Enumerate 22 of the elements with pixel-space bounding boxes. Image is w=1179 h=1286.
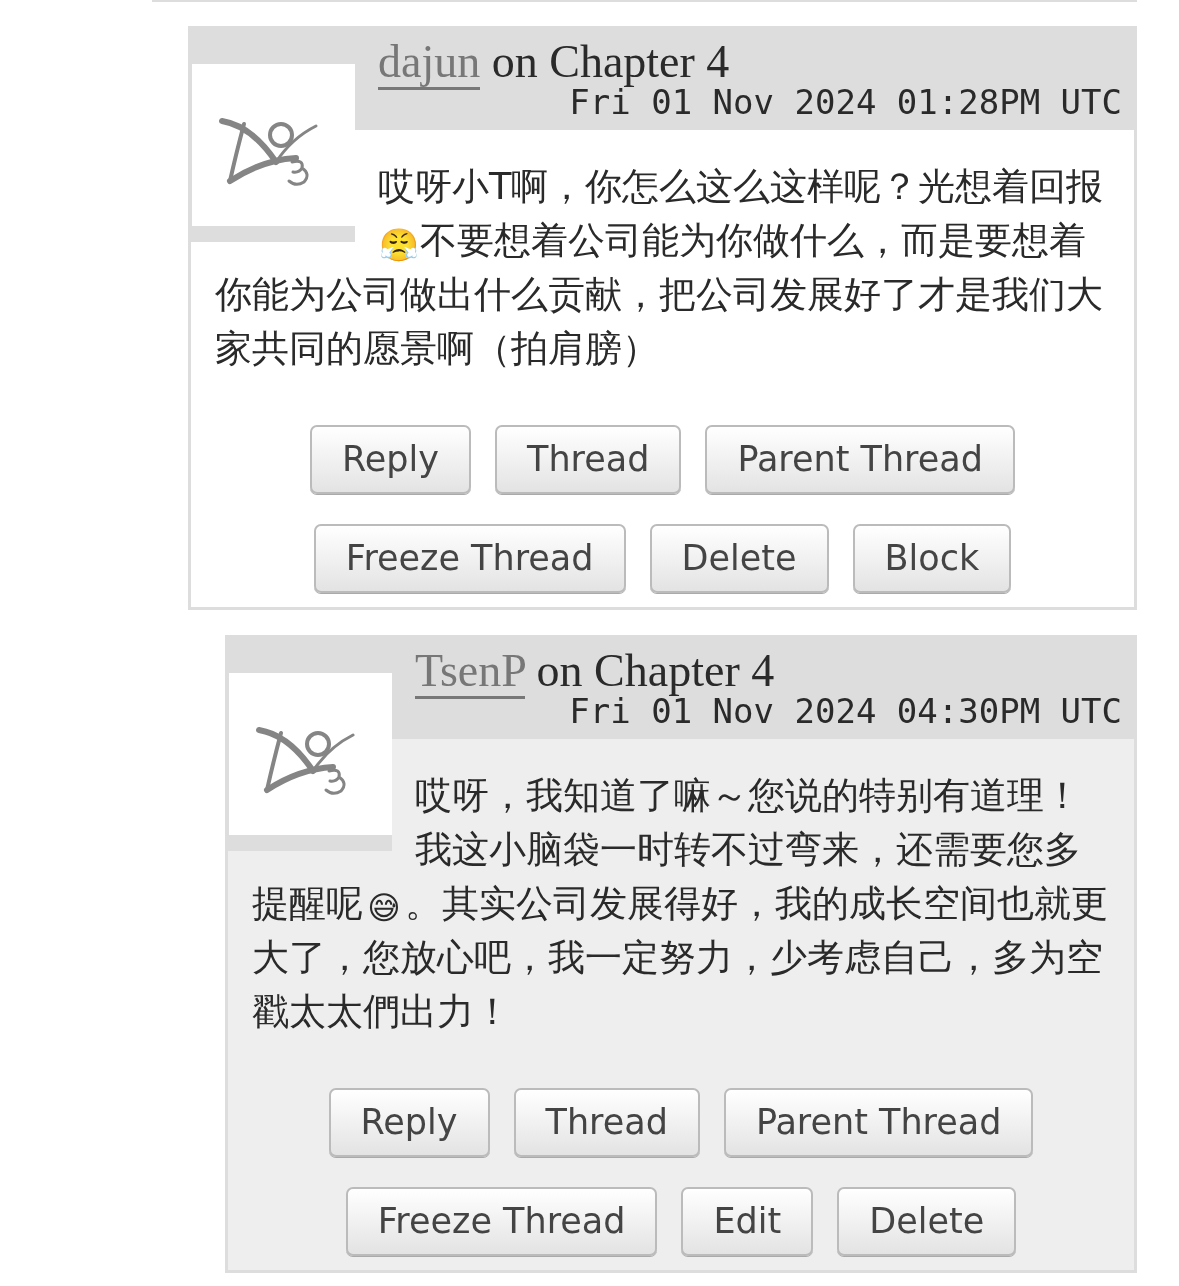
action-button[interactable]: Freeze Thread: [313, 524, 626, 593]
action-button[interactable]: Edit: [681, 1187, 814, 1256]
emoji-icon: 😤: [378, 229, 420, 261]
default-avatar-icon: [229, 673, 392, 835]
action-button[interactable]: Reply: [328, 1088, 490, 1157]
emoji-icon: 😅: [363, 892, 405, 924]
action-button[interactable]: Reply: [310, 425, 471, 494]
comment-text: 哎呀小T啊，你怎么这么这样呢？光想着回报 😤不要想着公司能为你做什么，而是要想着你能为公司做出什么贡献，把公司发展好了才是我们大家共同的愿景啊（拍肩膀）: [214, 164, 1105, 372]
comment-date: Fri 01 Nov 2024 01:28PM UTC: [569, 86, 1122, 118]
chapter-label: on Chapter 4: [491, 36, 730, 87]
action-button[interactable]: Delete: [837, 1187, 1017, 1256]
action-button[interactable]: Parent Thread: [705, 425, 1015, 494]
action-button[interactable]: Thread: [495, 425, 682, 494]
action-button[interactable]: Block: [852, 524, 1012, 593]
action-button[interactable]: Thread: [513, 1088, 700, 1157]
default-avatar-icon: [192, 64, 355, 226]
comment-text: 哎呀，我知道了嘛～您说的特别有道理！我这小脑袋一时转不过弯来，还需要您多提醒呢😅。其实公司发展得好，我的成长空间也就更大了，您放心吧，我一定努力，少考虑自己，多为空戳太太們出力！: [251, 773, 1109, 1035]
comment-date: Fri 01 Nov 2024 04:30PM UTC: [568, 695, 1122, 727]
chapter-label: on Chapter 4: [536, 645, 775, 696]
action-button[interactable]: Parent Thread: [723, 1088, 1034, 1157]
action-button[interactable]: Freeze Thread: [345, 1187, 658, 1256]
action-button[interactable]: Delete: [649, 524, 829, 593]
